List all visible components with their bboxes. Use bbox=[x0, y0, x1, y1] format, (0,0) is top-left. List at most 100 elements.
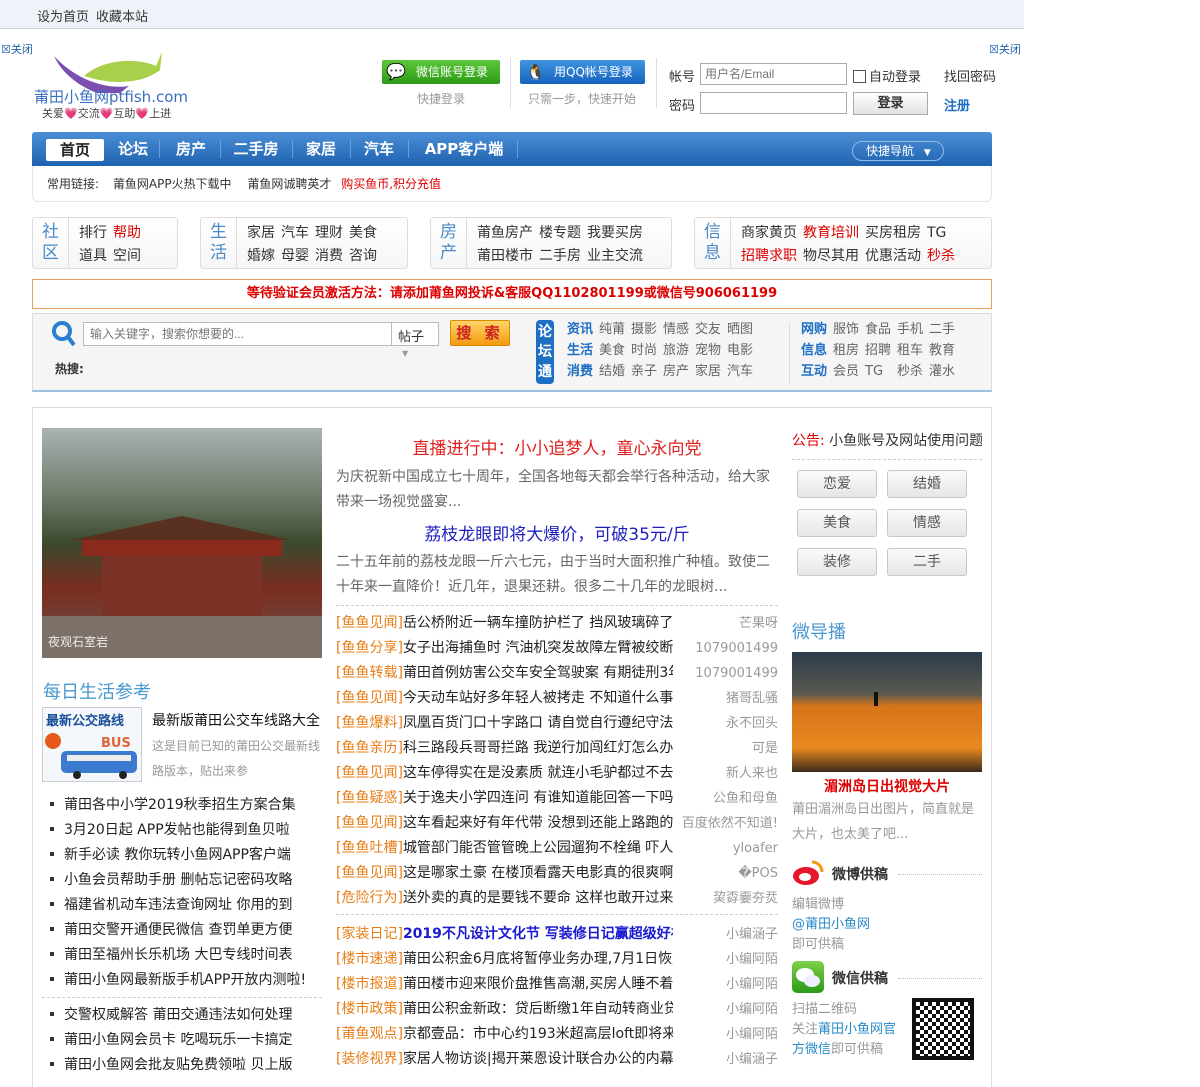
news-item[interactable]: [鱼鱼见闻]这是哪家土豪 在楼顶看露天电影真的很爽啊 �POS bbox=[336, 861, 778, 886]
news-tag[interactable]: [鱼鱼亲历] bbox=[336, 740, 403, 756]
grid-link[interactable]: 招聘 bbox=[865, 340, 896, 361]
news-author[interactable]: 新人来也 bbox=[726, 761, 778, 786]
category-link[interactable]: 教育培训 bbox=[803, 225, 859, 241]
list-item[interactable]: 莆田小鱼网会批友贴免费领啦 贝上版 bbox=[42, 1053, 322, 1078]
news-author[interactable]: 小编阿陌 bbox=[726, 1022, 778, 1047]
grid-link[interactable]: 亲子 bbox=[631, 361, 662, 382]
news-title[interactable]: 城管部门能否管管晚上公园遛狗不栓绳 吓人 bbox=[403, 836, 673, 861]
feature-title[interactable]: 最新版莆田公交车线路大全 bbox=[152, 710, 320, 730]
site-logo[interactable]: 莆田小鱼网ptfish.com 关爱💗交流💗互助💗上进 bbox=[34, 48, 194, 120]
category-link[interactable]: 买房租房 bbox=[865, 225, 921, 241]
news-author[interactable]: 小编阿陌 bbox=[726, 947, 778, 972]
news-title[interactable]: 莆田公积金6月底将暂停业务办理,7月1日恢复 bbox=[403, 947, 673, 972]
news-author[interactable]: yloafer bbox=[733, 836, 778, 861]
grid-link[interactable]: 手机 bbox=[897, 319, 928, 340]
news-tag[interactable]: [鱼鱼转载] bbox=[336, 665, 403, 681]
list-item[interactable]: 新手必读 教你玩转小鱼网APP客户端 bbox=[42, 843, 322, 868]
news-author[interactable]: 1079001499 bbox=[695, 661, 778, 686]
news-author[interactable]: 巭孬嫑夯烎 bbox=[713, 886, 778, 911]
grid-heading[interactable]: 信息 bbox=[801, 340, 832, 361]
grid-link[interactable]: 交友 bbox=[695, 319, 726, 340]
news-title[interactable]: 这车停得实在是没素质 就连小毛驴都过不去 bbox=[403, 761, 673, 786]
news-item[interactable]: [鱼鱼见闻]这车看起来好有年代带 没想到还能上路跑的 百度依然不知道! bbox=[336, 811, 778, 836]
common-link[interactable]: 莆鱼网诚聘英才 bbox=[247, 177, 331, 191]
news-item[interactable]: [鱼鱼转载]莆田首例妨害公交车安全驾驶案 有期徒刑3年 1079001499 bbox=[336, 661, 778, 686]
category-link[interactable]: 莆田楼市 bbox=[477, 248, 533, 264]
account-input[interactable] bbox=[700, 63, 847, 85]
category-link[interactable]: 楼专题 bbox=[539, 225, 581, 241]
list-item[interactable]: 莆田小鱼网最新版手机APP开放内测啦! bbox=[42, 968, 322, 993]
news-title[interactable]: 关于逸夫小学四连问 有谁知道能回答一下吗 bbox=[403, 786, 673, 811]
category-link[interactable]: 业主交流 bbox=[587, 248, 643, 264]
grid-link[interactable]: 汽车 bbox=[727, 361, 758, 382]
nav-home-furnishing[interactable]: 家居 bbox=[298, 132, 344, 166]
grid-link[interactable]: 租房 bbox=[833, 340, 864, 361]
news-title[interactable]: 送外卖的真的是要钱不要命 这样也敢开过来 bbox=[403, 886, 673, 911]
news-title[interactable]: 莆田首例妨害公交车安全驾驶案 有期徒刑3年 bbox=[403, 661, 673, 686]
nav-secondhand-house[interactable]: 二手房 bbox=[226, 132, 286, 166]
news-tag[interactable]: [危险行为] bbox=[336, 890, 403, 906]
category-link[interactable]: 我要买房 bbox=[587, 225, 643, 241]
news-tag[interactable]: [鱼鱼爆料] bbox=[336, 715, 403, 731]
category-link[interactable]: 家居 bbox=[247, 225, 275, 241]
category-link[interactable]: 优惠活动 bbox=[865, 248, 921, 264]
buy-coins-link[interactable]: 购买鱼币,积分充值 bbox=[341, 177, 441, 191]
news-item[interactable]: [鱼鱼见闻]今天动车站好多年轻人被拷走 不知道什么事 猪哥乱骚 bbox=[336, 686, 778, 711]
news-tag[interactable]: [鱼鱼疑惑] bbox=[336, 790, 403, 806]
news-author[interactable]: 公鱼和母鱼 bbox=[713, 786, 778, 811]
find-password-link[interactable]: 找回密码 bbox=[944, 66, 996, 85]
news-author[interactable]: 小编涵子 bbox=[726, 922, 778, 947]
tag-button[interactable]: 美食 bbox=[797, 509, 877, 537]
category-link[interactable]: 道具 bbox=[79, 248, 107, 264]
grid-link[interactable]: 租车 bbox=[897, 340, 928, 361]
grid-link[interactable]: 摄影 bbox=[631, 319, 662, 340]
news-author[interactable]: 芒果呀 bbox=[739, 611, 778, 636]
grid-link[interactable]: 宠物 bbox=[695, 340, 726, 361]
headline-2[interactable]: 荔枝龙眼即将大爆价，可破35元/斤 bbox=[336, 520, 778, 545]
set-homepage-link[interactable]: 设为首页 bbox=[37, 6, 89, 25]
news-author[interactable]: 可是 bbox=[752, 736, 778, 761]
close-right-ad[interactable]: ☒关闭 bbox=[989, 41, 1021, 57]
category-link[interactable]: 排行 bbox=[79, 225, 107, 241]
tag-button[interactable]: 情感 bbox=[887, 509, 967, 537]
search-input[interactable] bbox=[83, 322, 393, 346]
grid-link[interactable]: 美食 bbox=[599, 340, 630, 361]
photo-caption-title[interactable]: 湄洲岛日出视觉大片 bbox=[792, 776, 982, 796]
category-link[interactable]: 消费 bbox=[315, 248, 343, 264]
grid-link[interactable]: 会员 bbox=[833, 361, 864, 382]
category-head[interactable]: 生活 bbox=[201, 218, 237, 268]
news-title[interactable]: 凤凰百货门口十字路口 请自觉自行遵纪守法 bbox=[403, 711, 673, 736]
news-title[interactable]: 这车看起来好有年代带 没想到还能上路跑的 bbox=[403, 811, 673, 836]
grid-link[interactable]: 结婚 bbox=[599, 361, 630, 382]
news-tag[interactable]: [鱼鱼见闻] bbox=[336, 865, 403, 881]
news-tag[interactable]: [楼市政策] bbox=[336, 1001, 403, 1017]
grid-link[interactable]: 服饰 bbox=[833, 319, 864, 340]
grid-link[interactable]: 晒图 bbox=[727, 319, 758, 340]
common-link[interactable]: 莆鱼网APP火热下载中 bbox=[113, 177, 232, 191]
grid-link[interactable]: 纯莆 bbox=[599, 319, 630, 340]
category-link[interactable]: 母婴 bbox=[281, 248, 309, 264]
grid-link[interactable]: 食品 bbox=[865, 319, 896, 340]
news-item[interactable]: [鱼鱼爆料]凤凰百货门口十字路口 请自觉自行遵纪守法 永不回头 bbox=[336, 711, 778, 736]
news-item[interactable]: [楼市速递]莆田公积金6月底将暂停业务办理,7月1日恢复 小编阿陌 bbox=[336, 947, 778, 972]
category-link[interactable]: 秒杀 bbox=[927, 248, 955, 264]
nav-app[interactable]: APP客户端 bbox=[414, 132, 514, 166]
grid-heading[interactable]: 互动 bbox=[801, 361, 832, 382]
news-tag[interactable]: [鱼鱼吐槽] bbox=[336, 840, 403, 856]
category-link[interactable]: 汽车 bbox=[281, 225, 309, 241]
news-tag[interactable]: [莆鱼观点] bbox=[336, 1026, 403, 1042]
news-item[interactable]: [鱼鱼见闻]这车停得实在是没素质 就连小毛驴都过不去 新人来也 bbox=[336, 761, 778, 786]
grid-link[interactable]: 房产 bbox=[663, 361, 694, 382]
category-head[interactable]: 信息 bbox=[695, 218, 731, 268]
list-item[interactable]: 莆田至福州长乐机场 大巴专线时间表 bbox=[42, 943, 322, 968]
announcement[interactable]: 公告: 小鱼账号及网站使用问题 bbox=[792, 430, 982, 450]
news-author[interactable]: �POS bbox=[738, 861, 778, 886]
category-link[interactable]: 莆鱼房产 bbox=[477, 225, 533, 241]
favorite-link[interactable]: 收藏本站 bbox=[96, 6, 148, 25]
category-head[interactable]: 社区 bbox=[33, 218, 69, 268]
category-link[interactable]: 理财 bbox=[315, 225, 343, 241]
news-title[interactable]: 莆田公积金新政：贷后断缴1年自动转商业贷 bbox=[403, 997, 673, 1022]
news-tag[interactable]: [鱼鱼见闻] bbox=[336, 765, 403, 781]
news-item[interactable]: [鱼鱼亲历]科三路段兵哥哥拦路 我逆行加闯红灯怎么办 可是 bbox=[336, 736, 778, 761]
news-title[interactable]: 女子出海捕鱼时 汽油机突发故障左臂被绞断 bbox=[403, 636, 673, 661]
